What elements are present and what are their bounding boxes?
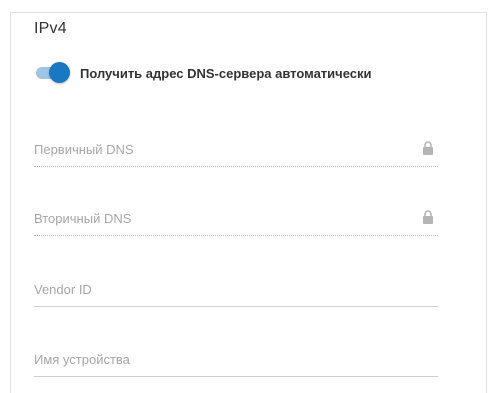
dns-auto-row: Получить адрес DNS-сервера автоматически: [34, 62, 372, 84]
vendor-id-input[interactable]: [34, 278, 404, 300]
dns-auto-label: Получить адрес DNS-сервера автоматически: [80, 65, 372, 81]
secondary-dns-input[interactable]: [34, 207, 404, 229]
lock-icon: [423, 141, 433, 155]
dns-auto-toggle[interactable]: [34, 62, 70, 84]
lock-icon: [423, 210, 433, 224]
toggle-knob: [49, 62, 70, 83]
secondary-dns-field: [34, 205, 438, 236]
device-name-field: [34, 346, 438, 377]
section-title: IPv4: [34, 20, 67, 37]
vendor-id-field: [34, 276, 438, 307]
device-name-input[interactable]: [34, 348, 404, 370]
primary-dns-field: [34, 136, 438, 167]
primary-dns-input[interactable]: [34, 138, 404, 160]
